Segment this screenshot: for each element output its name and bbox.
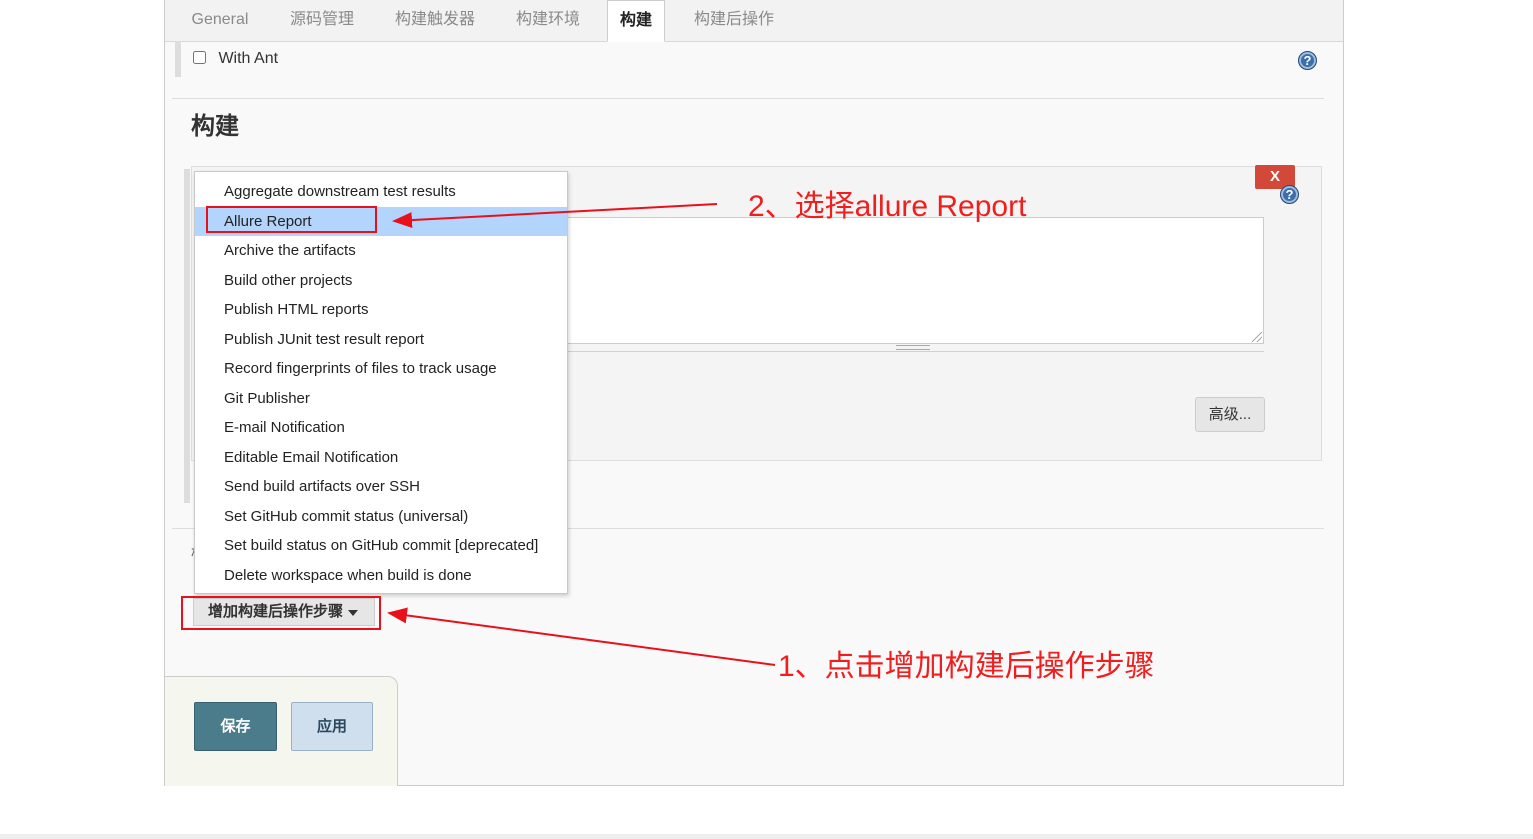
arrow-to-allure-icon bbox=[392, 203, 718, 229]
arrow-to-add-step-icon bbox=[387, 607, 776, 666]
annotation-arrows bbox=[387, 203, 776, 666]
